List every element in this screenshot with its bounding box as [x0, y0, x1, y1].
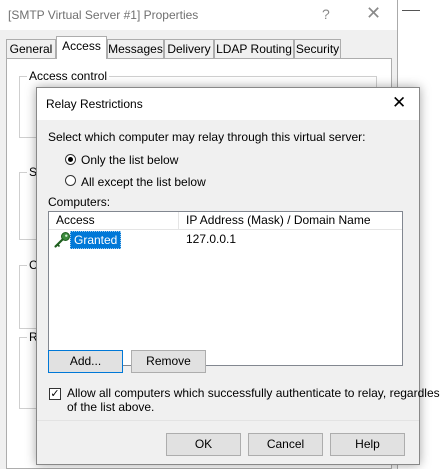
- access-cell[interactable]: Granted: [70, 231, 122, 249]
- radio-all-except[interactable]: [65, 175, 76, 186]
- footer-divider: [37, 420, 419, 421]
- tab-delivery[interactable]: Delivery: [164, 39, 214, 58]
- tab-ldap-routing[interactable]: LDAP Routing: [214, 39, 294, 58]
- tab-general[interactable]: General: [6, 39, 56, 58]
- help-icon[interactable]: ?: [322, 6, 330, 22]
- ip-cell: 127.0.0.1: [186, 232, 237, 246]
- key-icon: [54, 232, 70, 248]
- tab-security[interactable]: Security: [294, 39, 341, 58]
- tab-access[interactable]: Access: [56, 36, 107, 59]
- minimize-icon[interactable]: [402, 10, 420, 11]
- add-button[interactable]: Add...: [48, 350, 123, 373]
- close-icon[interactable]: ✕: [392, 93, 406, 113]
- column-ip-domain[interactable]: IP Address (Mask) / Domain Name: [179, 213, 371, 228]
- relay-prompt: Select which computer may relay through …: [48, 130, 366, 144]
- column-access[interactable]: Access: [49, 213, 95, 228]
- allow-authenticated-label[interactable]: Allow all computers which successfully a…: [67, 386, 440, 400]
- radio-only-list[interactable]: [65, 154, 76, 165]
- dialog-titlebar: Relay Restrictions ✕: [37, 88, 419, 120]
- cancel-button[interactable]: Cancel: [248, 433, 323, 456]
- help-button[interactable]: Help: [330, 433, 405, 456]
- access-control-label: Access control: [27, 69, 110, 83]
- close-icon[interactable]: ✕: [366, 3, 381, 24]
- dialog-title: Relay Restrictions: [46, 97, 143, 111]
- ok-button[interactable]: OK: [166, 433, 241, 456]
- list-header: Access IP Address (Mask) / Domain Name: [49, 212, 402, 230]
- list-item[interactable]: Granted 127.0.0.1: [49, 231, 402, 249]
- tab-messages[interactable]: Messages: [107, 39, 164, 58]
- remove-button[interactable]: Remove: [131, 350, 206, 373]
- computers-list[interactable]: Access IP Address (Mask) / Domain Name G…: [48, 211, 403, 366]
- relay-restrictions-dialog: Relay Restrictions ✕ Select which comput…: [36, 87, 440, 465]
- allow-authenticated-checkbox[interactable]: ✓: [49, 388, 61, 400]
- properties-titlebar: [SMTP Virtual Server #1] Properties ? ✕: [0, 0, 397, 30]
- allow-authenticated-label-cont[interactable]: of the list above.: [67, 400, 154, 414]
- computers-label: Computers:: [48, 195, 111, 209]
- radio-only-list-label[interactable]: Only the list below: [81, 153, 178, 167]
- properties-title: [SMTP Virtual Server #1] Properties: [8, 8, 199, 22]
- radio-all-except-label[interactable]: All except the list below: [81, 175, 206, 189]
